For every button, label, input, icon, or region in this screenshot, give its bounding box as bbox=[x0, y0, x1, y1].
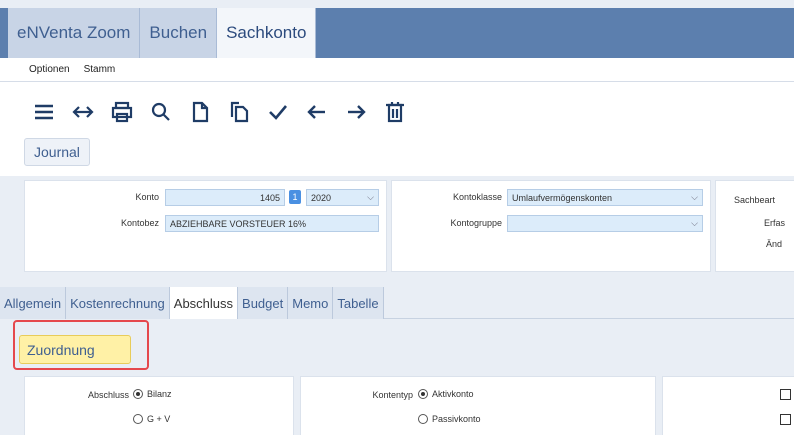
menu-icon[interactable] bbox=[24, 96, 63, 128]
content-tabs: Allgemein Kostenrechnung Abschluss Budge… bbox=[0, 287, 794, 319]
kontoklasse-select[interactable]: Umlaufvermögenskonten ⌵ bbox=[507, 189, 703, 206]
year-select[interactable]: 2020 ⌵ bbox=[306, 189, 379, 206]
tab-allgemein[interactable]: Allgemein bbox=[0, 287, 67, 319]
konto-value: 1405 bbox=[259, 192, 280, 203]
passivkonto-label: Passivkonto bbox=[432, 414, 481, 424]
aend-label: Änd bbox=[766, 239, 783, 249]
kontoklasse-value: Umlaufvermögenskonten bbox=[512, 192, 613, 203]
menu-stamm[interactable]: Stamm bbox=[84, 64, 116, 75]
sachbearb-label: Sachbeart bbox=[734, 195, 776, 205]
menu-optionen[interactable]: Optionen bbox=[29, 64, 70, 75]
tab-budget[interactable]: Budget bbox=[238, 287, 289, 319]
radio-passivkonto[interactable] bbox=[418, 414, 428, 424]
guv-label: G + V bbox=[147, 414, 171, 424]
title-bar: eNVenta Zoom Buchen Sachkonto bbox=[0, 8, 794, 58]
tab-kostenrechnung[interactable]: Kostenrechnung bbox=[66, 287, 170, 319]
checkbox-1[interactable] bbox=[780, 389, 791, 400]
tab-enventa-zoom[interactable]: eNVenta Zoom bbox=[8, 8, 141, 58]
konto-panel: Konto 1405 1 2020 ⌵ Kontobez ABZIEHBARE V… bbox=[24, 180, 387, 272]
radio-aktivkonto[interactable] bbox=[418, 389, 428, 399]
bilanz-label: Bilanz bbox=[147, 389, 172, 399]
check-icon[interactable] bbox=[258, 96, 297, 128]
tab-buchen[interactable]: Buchen bbox=[140, 8, 218, 58]
copy-icon[interactable] bbox=[219, 96, 258, 128]
kontogruppe-label: Kontogruppe bbox=[450, 218, 502, 228]
chevron-down-icon: ⌵ bbox=[367, 192, 374, 202]
checkbox-2[interactable] bbox=[780, 414, 791, 425]
chevron-down-icon: ⌵ bbox=[691, 218, 698, 228]
search-icon[interactable] bbox=[141, 96, 180, 128]
swap-icon[interactable] bbox=[63, 96, 102, 128]
delete-icon[interactable] bbox=[375, 96, 414, 128]
year-value: 2020 bbox=[311, 192, 332, 203]
kontobez-value: ABZIEHBARE VORSTEUER 16% bbox=[170, 218, 307, 229]
erfas-label: Erfas bbox=[764, 218, 786, 228]
radio-guv[interactable] bbox=[133, 414, 143, 424]
zuordnung-button[interactable]: Zuordnung bbox=[19, 335, 131, 364]
kontobez-field[interactable]: ABZIEHBARE VORSTEUER 16% bbox=[165, 215, 379, 232]
arrow-right-icon[interactable] bbox=[336, 96, 375, 128]
kontentyp-label: Kontentyp bbox=[372, 390, 413, 400]
kontoklasse-panel: Kontoklasse Umlaufvermögenskonten ⌵ Konto… bbox=[391, 180, 711, 272]
konto-label: Konto bbox=[135, 192, 159, 202]
kontentyp-panel: Kontentyp Aktivkonto Passivkonto bbox=[300, 376, 656, 435]
sachbearbeiter-panel: Sachbeart Erfas Änd bbox=[715, 180, 794, 272]
aktivkonto-label: Aktivkonto bbox=[432, 389, 474, 399]
abschluss-label: Abschluss bbox=[87, 390, 129, 400]
tab-tabelle[interactable]: Tabelle bbox=[333, 287, 384, 319]
kontogruppe-select[interactable]: ⌵ bbox=[507, 215, 703, 232]
konto-field[interactable]: 1405 bbox=[165, 189, 285, 206]
kontobez-label: Kontobez bbox=[120, 218, 159, 228]
kontoklasse-label: Kontoklasse bbox=[452, 192, 502, 202]
chevron-down-icon: ⌵ bbox=[691, 192, 698, 202]
new-document-icon[interactable] bbox=[180, 96, 219, 128]
tab-memo[interactable]: Memo bbox=[288, 287, 334, 319]
toolbar: Journal bbox=[0, 82, 794, 176]
abschluss-panel: Abschluss Bilanz G + V bbox=[24, 376, 294, 435]
tab-sachkonto[interactable]: Sachkonto bbox=[217, 8, 317, 58]
journal-button[interactable]: Journal bbox=[24, 138, 90, 166]
radio-bilanz[interactable] bbox=[133, 389, 143, 399]
print-icon[interactable] bbox=[102, 96, 141, 128]
menu-bar: Optionen Stamm bbox=[0, 58, 794, 82]
konto-badge[interactable]: 1 bbox=[289, 190, 301, 204]
options-panel bbox=[662, 376, 794, 435]
arrow-left-icon[interactable] bbox=[297, 96, 336, 128]
tab-abschluss[interactable]: Abschluss bbox=[169, 287, 239, 319]
